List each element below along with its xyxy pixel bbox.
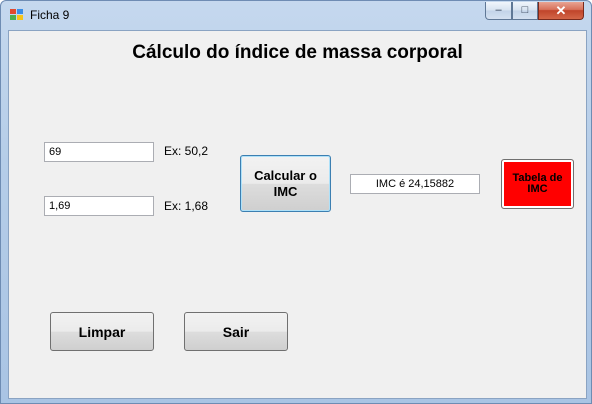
exit-button[interactable]: Sair	[184, 312, 288, 351]
maximize-button[interactable]: □	[512, 2, 538, 20]
app-icon	[10, 9, 24, 21]
weight-input[interactable]: 69	[44, 142, 154, 162]
form-client-area: Cálculo do índice de massa corporal 69 E…	[8, 30, 587, 399]
bmi-table-button[interactable]: Tabela de IMC	[501, 159, 574, 209]
calculate-bmi-button[interactable]: Calcular o IMC	[240, 155, 331, 212]
height-input[interactable]: 1,69	[44, 196, 154, 216]
clear-button[interactable]: Limpar	[50, 312, 154, 351]
height-hint-label: Ex: 1,68	[164, 199, 209, 213]
window-title: Ficha 9	[30, 8, 70, 22]
close-button[interactable]: ✕	[538, 2, 584, 20]
weight-hint-label: Ex: 50,2	[164, 144, 209, 158]
page-title: Cálculo do índice de massa corporal	[132, 42, 463, 63]
title-bar[interactable]: Ficha 9 – □ ✕	[1, 1, 591, 31]
minimize-button[interactable]: –	[485, 2, 512, 20]
bmi-result-field: IMC é 24,15882	[350, 174, 480, 194]
app-window: Ficha 9 – □ ✕ Cálculo do índice de massa…	[0, 0, 592, 404]
